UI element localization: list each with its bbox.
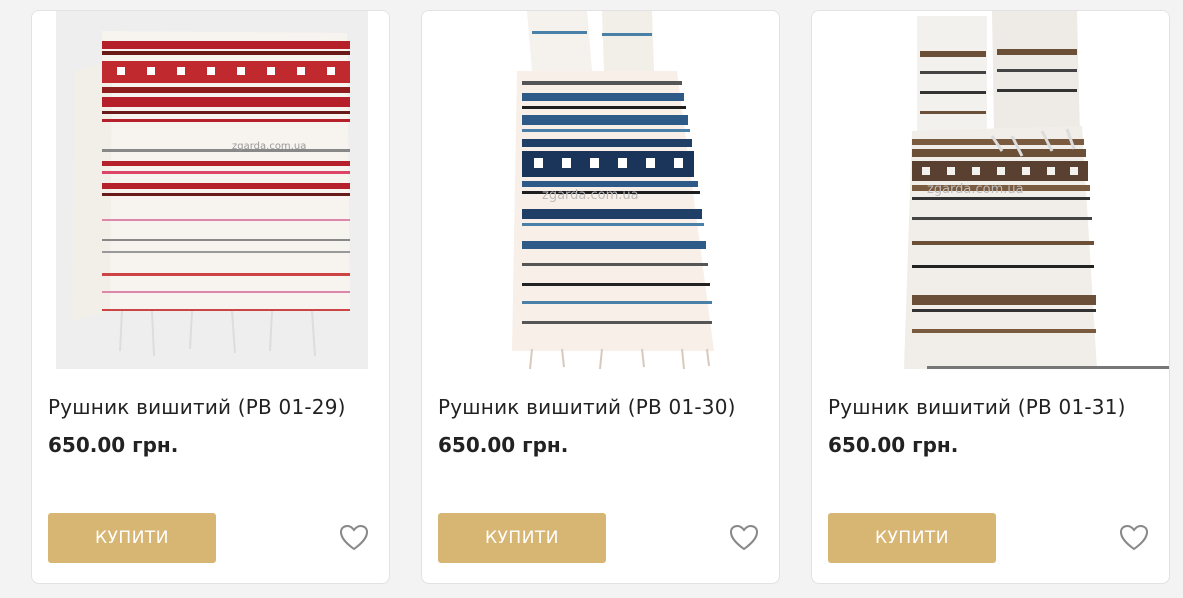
heart-icon[interactable]	[339, 524, 369, 552]
svg-text:zgarda.com.ua: zgarda.com.ua	[542, 188, 639, 203]
product-image[interactable]: zgarda.com.ua	[32, 11, 389, 371]
product-price: 650.00 грн.	[438, 433, 569, 457]
product-title[interactable]: Рушник вишитий (РВ 01-30)	[438, 395, 736, 419]
product-card: zgarda.com.ua Рушник вишитий (РВ 01-30) …	[421, 10, 780, 584]
product-card: zgarda.com.ua Рушник вишитий (РВ 01-29) …	[31, 10, 390, 584]
buy-button[interactable]: КУПИТИ	[438, 513, 606, 563]
image-scrollbar[interactable]	[927, 366, 1169, 369]
svg-text:zgarda.com.ua: zgarda.com.ua	[232, 141, 306, 152]
product-title[interactable]: Рушник вишитий (РВ 01-31)	[828, 395, 1126, 419]
buy-button[interactable]: КУПИТИ	[48, 513, 216, 563]
product-card: zgarda.com.ua Рушник вишитий (РВ 01-31) …	[811, 10, 1170, 584]
svg-text:zgarda.com.ua: zgarda.com.ua	[927, 182, 1024, 197]
product-image[interactable]: zgarda.com.ua	[812, 11, 1169, 371]
heart-icon[interactable]	[729, 524, 759, 552]
heart-icon[interactable]	[1119, 524, 1149, 552]
buy-button[interactable]: КУПИТИ	[828, 513, 996, 563]
product-image[interactable]: zgarda.com.ua	[422, 11, 779, 371]
product-price: 650.00 грн.	[48, 433, 179, 457]
product-title[interactable]: Рушник вишитий (РВ 01-29)	[48, 395, 346, 419]
product-price: 650.00 грн.	[828, 433, 959, 457]
